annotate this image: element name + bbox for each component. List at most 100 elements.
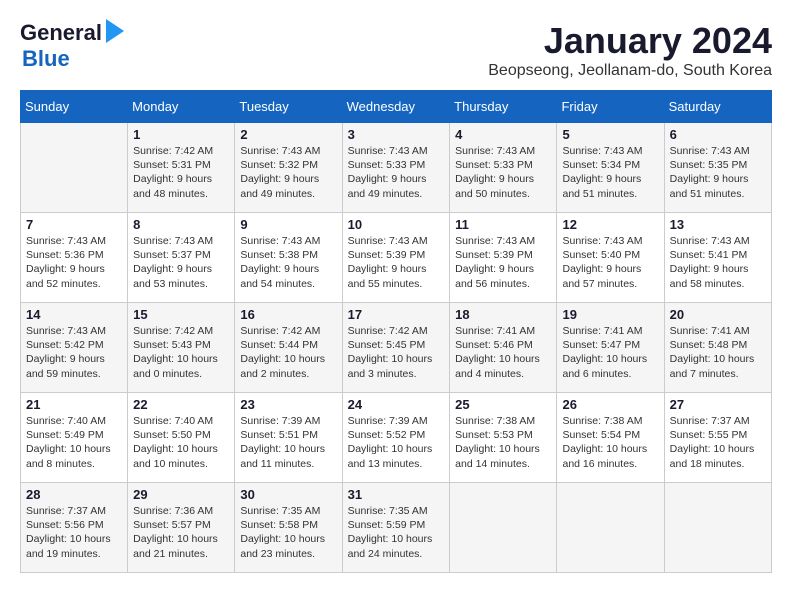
day-info: Sunrise: 7:39 AMSunset: 5:52 PMDaylight:…: [348, 414, 445, 471]
day-info: Sunrise: 7:43 AMSunset: 5:32 PMDaylight:…: [240, 144, 336, 201]
week-row-1: 1 Sunrise: 7:42 AMSunset: 5:31 PMDaylight…: [21, 123, 772, 213]
day-cell: 26Sunrise: 7:38 AMSunset: 5:54 PMDayligh…: [557, 393, 664, 483]
day-number: 27: [670, 397, 766, 412]
day-cell: 29 Sunrise: 7:36 AMSunset: 5:57 PMDayligh…: [128, 483, 235, 573]
day-info: Sunrise: 7:37 AMSunset: 5:55 PMDaylight:…: [670, 414, 766, 471]
day-number: 10: [348, 217, 445, 232]
day-cell: 17Sunrise: 7:42 AMSunset: 5:45 PMDayligh…: [342, 303, 450, 393]
day-info: Sunrise: 7:41 AMSunset: 5:46 PMDaylight:…: [455, 324, 551, 381]
day-info: Sunrise: 7:38 AMSunset: 5:53 PMDaylight:…: [455, 414, 551, 471]
day-cell: 10 Sunrise: 7:43 AMSunset: 5:39 PMDayligh…: [342, 213, 450, 303]
day-info: Sunrise: 7:40 AMSunset: 5:49 PMDaylight:…: [26, 414, 122, 471]
header-cell-sunday: Sunday: [21, 91, 128, 123]
day-cell: 14 Sunrise: 7:43 AMSunset: 5:42 PMDayligh…: [21, 303, 128, 393]
day-cell: 9 Sunrise: 7:43 AMSunset: 5:38 PMDaylight…: [235, 213, 342, 303]
day-info: Sunrise: 7:43 AMSunset: 5:33 PMDaylight:…: [348, 144, 445, 201]
day-cell: 2 Sunrise: 7:43 AMSunset: 5:32 PMDaylight…: [235, 123, 342, 213]
logo-general: General: [20, 20, 102, 46]
day-info: Sunrise: 7:41 AMSunset: 5:48 PMDaylight:…: [670, 324, 766, 381]
calendar-body: 1 Sunrise: 7:42 AMSunset: 5:31 PMDaylight…: [21, 123, 772, 573]
day-info: Sunrise: 7:43 AMSunset: 5:42 PMDaylight:…: [26, 324, 122, 381]
day-number: 11: [455, 217, 551, 232]
header-row: SundayMondayTuesdayWednesdayThursdayFrid…: [21, 91, 772, 123]
day-cell: 27 Sunrise: 7:37 AMSunset: 5:55 PMDayligh…: [664, 393, 771, 483]
day-info: Sunrise: 7:43 AMSunset: 5:38 PMDaylight:…: [240, 234, 336, 291]
day-number: 25: [455, 397, 551, 412]
day-info: Sunrise: 7:42 AMSunset: 5:44 PMDaylight:…: [240, 324, 336, 381]
day-cell: 13 Sunrise: 7:43 AMSunset: 5:41 PMDayligh…: [664, 213, 771, 303]
header-cell-monday: Monday: [128, 91, 235, 123]
day-number: 20: [670, 307, 766, 322]
day-info: Sunrise: 7:37 AMSunset: 5:56 PMDaylight:…: [26, 504, 122, 561]
day-info: Sunrise: 7:43 AMSunset: 5:34 PMDaylight:…: [562, 144, 658, 201]
day-info: Sunrise: 7:43 AMSunset: 5:39 PMDaylight:…: [348, 234, 445, 291]
day-cell: 25 Sunrise: 7:38 AMSunset: 5:53 PMDayligh…: [450, 393, 557, 483]
day-number: 1: [133, 127, 229, 142]
day-number: 8: [133, 217, 229, 232]
day-cell: 7Sunrise: 7:43 AMSunset: 5:36 PMDaylight…: [21, 213, 128, 303]
day-number: 28: [26, 487, 122, 502]
day-info: Sunrise: 7:42 AMSunset: 5:31 PMDaylight:…: [133, 144, 229, 201]
header-cell-wednesday: Wednesday: [342, 91, 450, 123]
day-number: 12: [562, 217, 658, 232]
day-number: 31: [348, 487, 445, 502]
day-info: Sunrise: 7:43 AMSunset: 5:35 PMDaylight:…: [670, 144, 766, 201]
month-title: January 2024: [488, 20, 772, 62]
day-cell: 30Sunrise: 7:35 AMSunset: 5:58 PMDayligh…: [235, 483, 342, 573]
logo: General Blue: [20, 20, 124, 72]
day-cell: 11 Sunrise: 7:43 AMSunset: 5:39 PMDayligh…: [450, 213, 557, 303]
header-cell-thursday: Thursday: [450, 91, 557, 123]
day-cell: 18 Sunrise: 7:41 AMSunset: 5:46 PMDayligh…: [450, 303, 557, 393]
day-cell: 6 Sunrise: 7:43 AMSunset: 5:35 PMDaylight…: [664, 123, 771, 213]
day-info: Sunrise: 7:41 AMSunset: 5:47 PMDaylight:…: [562, 324, 658, 381]
day-number: 18: [455, 307, 551, 322]
day-info: Sunrise: 7:42 AMSunset: 5:43 PMDaylight:…: [133, 324, 229, 381]
day-info: Sunrise: 7:36 AMSunset: 5:57 PMDaylight:…: [133, 504, 229, 561]
day-cell: [557, 483, 664, 573]
title-section: January 2024 Beopseong, Jeollanam-do, So…: [488, 20, 772, 80]
day-info: Sunrise: 7:43 AMSunset: 5:41 PMDaylight:…: [670, 234, 766, 291]
day-info: Sunrise: 7:35 AMSunset: 5:59 PMDaylight:…: [348, 504, 445, 561]
day-cell: 20 Sunrise: 7:41 AMSunset: 5:48 PMDayligh…: [664, 303, 771, 393]
day-number: 9: [240, 217, 336, 232]
header-cell-saturday: Saturday: [664, 91, 771, 123]
day-number: 7: [26, 217, 122, 232]
week-row-2: 7Sunrise: 7:43 AMSunset: 5:36 PMDaylight…: [21, 213, 772, 303]
calendar-table: SundayMondayTuesdayWednesdayThursdayFrid…: [20, 90, 772, 573]
day-cell: 3 Sunrise: 7:43 AMSunset: 5:33 PMDaylight…: [342, 123, 450, 213]
day-info: Sunrise: 7:43 AMSunset: 5:37 PMDaylight:…: [133, 234, 229, 291]
location-subtitle: Beopseong, Jeollanam-do, South Korea: [488, 62, 772, 80]
day-cell: 28 Sunrise: 7:37 AMSunset: 5:56 PMDayligh…: [21, 483, 128, 573]
day-number: 29: [133, 487, 229, 502]
day-info: Sunrise: 7:43 AMSunset: 5:40 PMDaylight:…: [562, 234, 658, 291]
day-cell: 1 Sunrise: 7:42 AMSunset: 5:31 PMDaylight…: [128, 123, 235, 213]
week-row-4: 21 Sunrise: 7:40 AMSunset: 5:49 PMDayligh…: [21, 393, 772, 483]
day-number: 14: [26, 307, 122, 322]
day-cell: [450, 483, 557, 573]
day-cell: [21, 123, 128, 213]
day-cell: 31 Sunrise: 7:35 AMSunset: 5:59 PMDayligh…: [342, 483, 450, 573]
logo-arrow-icon: [106, 19, 124, 43]
day-cell: 16 Sunrise: 7:42 AMSunset: 5:44 PMDayligh…: [235, 303, 342, 393]
day-cell: [664, 483, 771, 573]
day-info: Sunrise: 7:43 AMSunset: 5:33 PMDaylight:…: [455, 144, 551, 201]
day-cell: 22Sunrise: 7:40 AMSunset: 5:50 PMDayligh…: [128, 393, 235, 483]
day-info: Sunrise: 7:43 AMSunset: 5:39 PMDaylight:…: [455, 234, 551, 291]
day-number: 24: [348, 397, 445, 412]
day-number: 13: [670, 217, 766, 232]
day-cell: 8 Sunrise: 7:43 AMSunset: 5:37 PMDaylight…: [128, 213, 235, 303]
day-number: 22: [133, 397, 229, 412]
day-cell: 19 Sunrise: 7:41 AMSunset: 5:47 PMDayligh…: [557, 303, 664, 393]
day-number: 3: [348, 127, 445, 142]
day-number: 19: [562, 307, 658, 322]
day-cell: 4Sunrise: 7:43 AMSunset: 5:33 PMDaylight…: [450, 123, 557, 213]
day-number: 6: [670, 127, 766, 142]
calendar-header: SundayMondayTuesdayWednesdayThursdayFrid…: [21, 91, 772, 123]
day-cell: 12 Sunrise: 7:43 AMSunset: 5:40 PMDayligh…: [557, 213, 664, 303]
day-number: 2: [240, 127, 336, 142]
day-info: Sunrise: 7:42 AMSunset: 5:45 PMDaylight:…: [348, 324, 445, 381]
header-cell-friday: Friday: [557, 91, 664, 123]
logo-blue: Blue: [22, 46, 70, 72]
day-number: 16: [240, 307, 336, 322]
day-number: 21: [26, 397, 122, 412]
